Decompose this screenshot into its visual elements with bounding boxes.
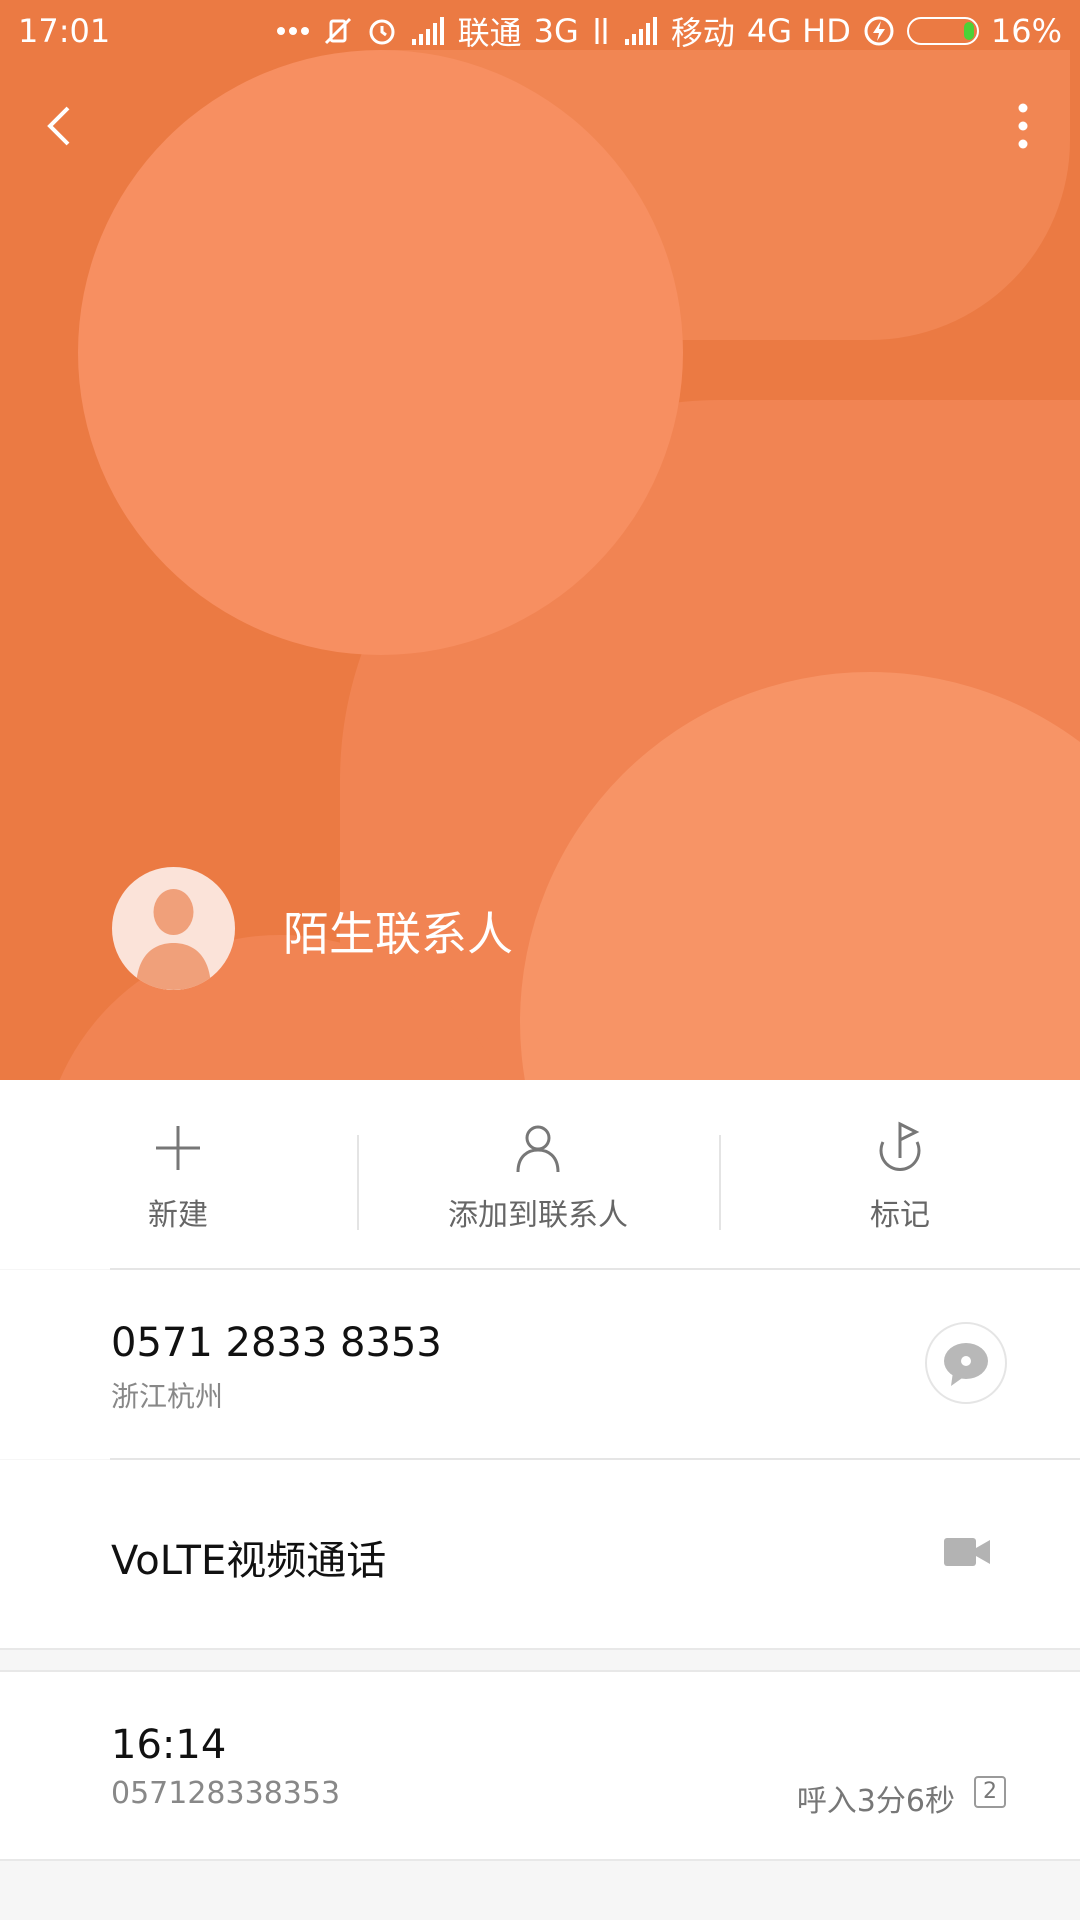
person-add-icon: [508, 1118, 568, 1178]
call-duration: 呼入3分6秒: [796, 1784, 955, 1819]
flag-icon: [870, 1118, 930, 1178]
action-bar: 新建 添加到联系人 标记: [0, 1080, 1080, 1270]
network-type-1: 3G: [533, 12, 579, 50]
top-nav: [0, 80, 1080, 170]
call-time: 16:14: [111, 1722, 227, 1768]
action-label: 新建: [148, 1198, 208, 1233]
message-icon[interactable]: [925, 1322, 1007, 1404]
mute-vibrate-icon: [322, 15, 354, 47]
carrier-2: 移动: [670, 14, 735, 52]
network-type-2: 4G HD: [746, 12, 851, 50]
alarm-icon: [366, 15, 398, 47]
back-icon[interactable]: [38, 98, 84, 154]
person-avatar-icon: [112, 867, 235, 990]
more-icon: [276, 26, 310, 36]
more-vert-icon[interactable]: [1000, 98, 1046, 154]
phone-number: 0571 2833 8353: [111, 1320, 442, 1366]
data-arrows-icon: [591, 16, 611, 46]
battery-percent: 16%: [990, 12, 1062, 50]
contact-name: 陌生联系人: [283, 907, 513, 961]
action-divider: [357, 1135, 359, 1230]
carrier-1: 联通: [457, 14, 522, 52]
sim-badge: 2: [974, 1776, 1006, 1808]
status-time: 17:01: [18, 12, 111, 50]
action-divider: [719, 1135, 721, 1230]
plus-icon: [148, 1118, 208, 1178]
phone-number-row[interactable]: 0571 2833 8353 浙江杭州: [0, 1270, 1080, 1460]
call-log-entry[interactable]: 16:14 057128338353 呼入3分6秒 2: [0, 1672, 1080, 1860]
charging-icon: [863, 15, 895, 47]
divider: [0, 1648, 1080, 1650]
video-camera-icon[interactable]: [942, 1532, 992, 1572]
battery-level: [963, 22, 974, 40]
divider: [0, 1859, 1080, 1861]
new-contact-button[interactable]: 新建: [82, 1080, 274, 1269]
add-to-contacts-button[interactable]: 添加到联系人: [400, 1080, 676, 1269]
video-call-row[interactable]: VoLTE视频通话: [0, 1460, 1080, 1648]
action-label: 标记: [870, 1198, 930, 1233]
call-number: 057128338353: [111, 1776, 341, 1811]
video-call-label: VoLTE视频通话: [111, 1538, 387, 1584]
mark-button[interactable]: 标记: [800, 1080, 1000, 1269]
phone-location: 浙江杭州: [111, 1380, 224, 1413]
signal-icon: [410, 17, 446, 45]
status-indicators: 联通 3G 移动 4G HD 16%: [276, 8, 1062, 54]
action-label: 添加到联系人: [448, 1198, 628, 1233]
battery-icon: [906, 17, 979, 45]
signal-icon: [623, 17, 659, 45]
status-bar: 17:01 联通 3G 移动 4G HD 16%: [0, 0, 1080, 62]
